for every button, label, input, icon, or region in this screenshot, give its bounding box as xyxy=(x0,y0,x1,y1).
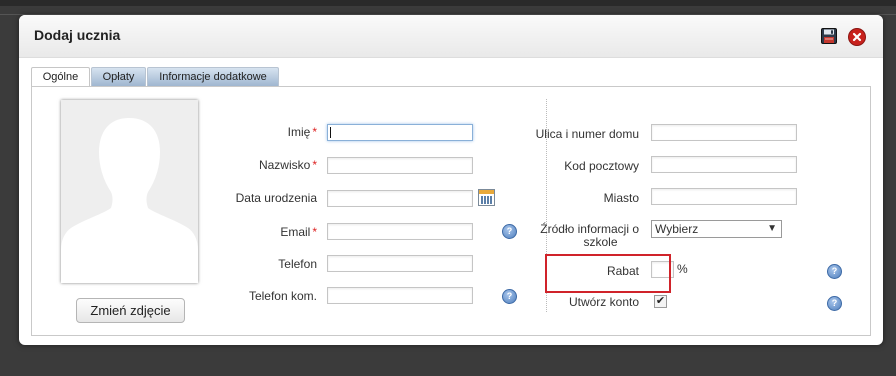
phone-label: Telefon xyxy=(278,257,317,271)
create-account-checkbox[interactable]: ✔ xyxy=(654,295,667,308)
student-photo-placeholder xyxy=(61,100,198,283)
background-topbar xyxy=(0,0,896,6)
close-button[interactable] xyxy=(848,28,866,46)
phone-input[interactable] xyxy=(327,255,473,272)
source-label: Źródło informacji o szkole xyxy=(532,223,639,249)
city-input[interactable] xyxy=(651,188,797,205)
dialog-header: Dodaj ucznia xyxy=(19,15,883,58)
birth-date-input[interactable] xyxy=(327,190,473,207)
text-cursor xyxy=(330,127,331,138)
highlight-box xyxy=(545,254,671,293)
change-photo-button[interactable]: Zmień zdjęcie xyxy=(76,298,185,323)
city-label: Miasto xyxy=(603,191,639,205)
dropdown-arrow-icon: ▼ xyxy=(767,223,777,234)
mobile-input[interactable] xyxy=(327,287,473,304)
last-name-label: Nazwisko * xyxy=(258,158,317,172)
help-icon[interactable]: ? xyxy=(827,264,842,279)
birth-date-label: Data urodzenia xyxy=(235,191,317,205)
tab-payments[interactable]: Opłaty xyxy=(91,67,146,86)
help-icon[interactable]: ? xyxy=(502,224,517,239)
floppy-disk-icon[interactable] xyxy=(821,28,837,44)
last-name-input[interactable] xyxy=(327,157,473,174)
postal-code-input[interactable] xyxy=(651,156,797,173)
close-icon xyxy=(852,32,862,42)
source-label-line2: szkole xyxy=(583,235,618,249)
required-marker: * xyxy=(312,225,317,239)
email-label: Email * xyxy=(280,225,317,239)
person-silhouette-icon xyxy=(61,118,198,283)
first-name-label: Imię * xyxy=(287,125,317,139)
source-select-value: Wybierz xyxy=(655,222,699,236)
help-icon[interactable]: ? xyxy=(827,296,842,311)
tab-general[interactable]: Ogólne xyxy=(31,67,90,87)
calendar-icon[interactable] xyxy=(478,189,495,206)
street-label: Ulica i numer domu xyxy=(535,127,639,141)
email-input[interactable] xyxy=(327,223,473,240)
help-icon[interactable]: ? xyxy=(502,289,517,304)
create-account-label: Utwórz konto xyxy=(568,295,639,309)
add-student-dialog: Dodaj ucznia Ogólne Opłaty Informacje do… xyxy=(19,15,883,345)
mobile-label: Telefon kom. xyxy=(248,289,317,303)
first-name-input[interactable] xyxy=(327,124,473,141)
street-input[interactable] xyxy=(651,124,797,141)
postal-code-label: Kod pocztowy xyxy=(564,159,639,173)
tab-additional-info[interactable]: Informacje dodatkowe xyxy=(147,67,279,86)
required-marker: * xyxy=(312,125,317,139)
source-select[interactable]: Wybierz ▼ xyxy=(651,220,782,238)
required-marker: * xyxy=(312,158,317,172)
tab-panel-general: Zmień zdjęcie Imię * Nazwisko * Data urodz… xyxy=(31,86,871,336)
dialog-title: Dodaj ucznia xyxy=(34,27,121,43)
percent-unit: % xyxy=(677,262,688,276)
